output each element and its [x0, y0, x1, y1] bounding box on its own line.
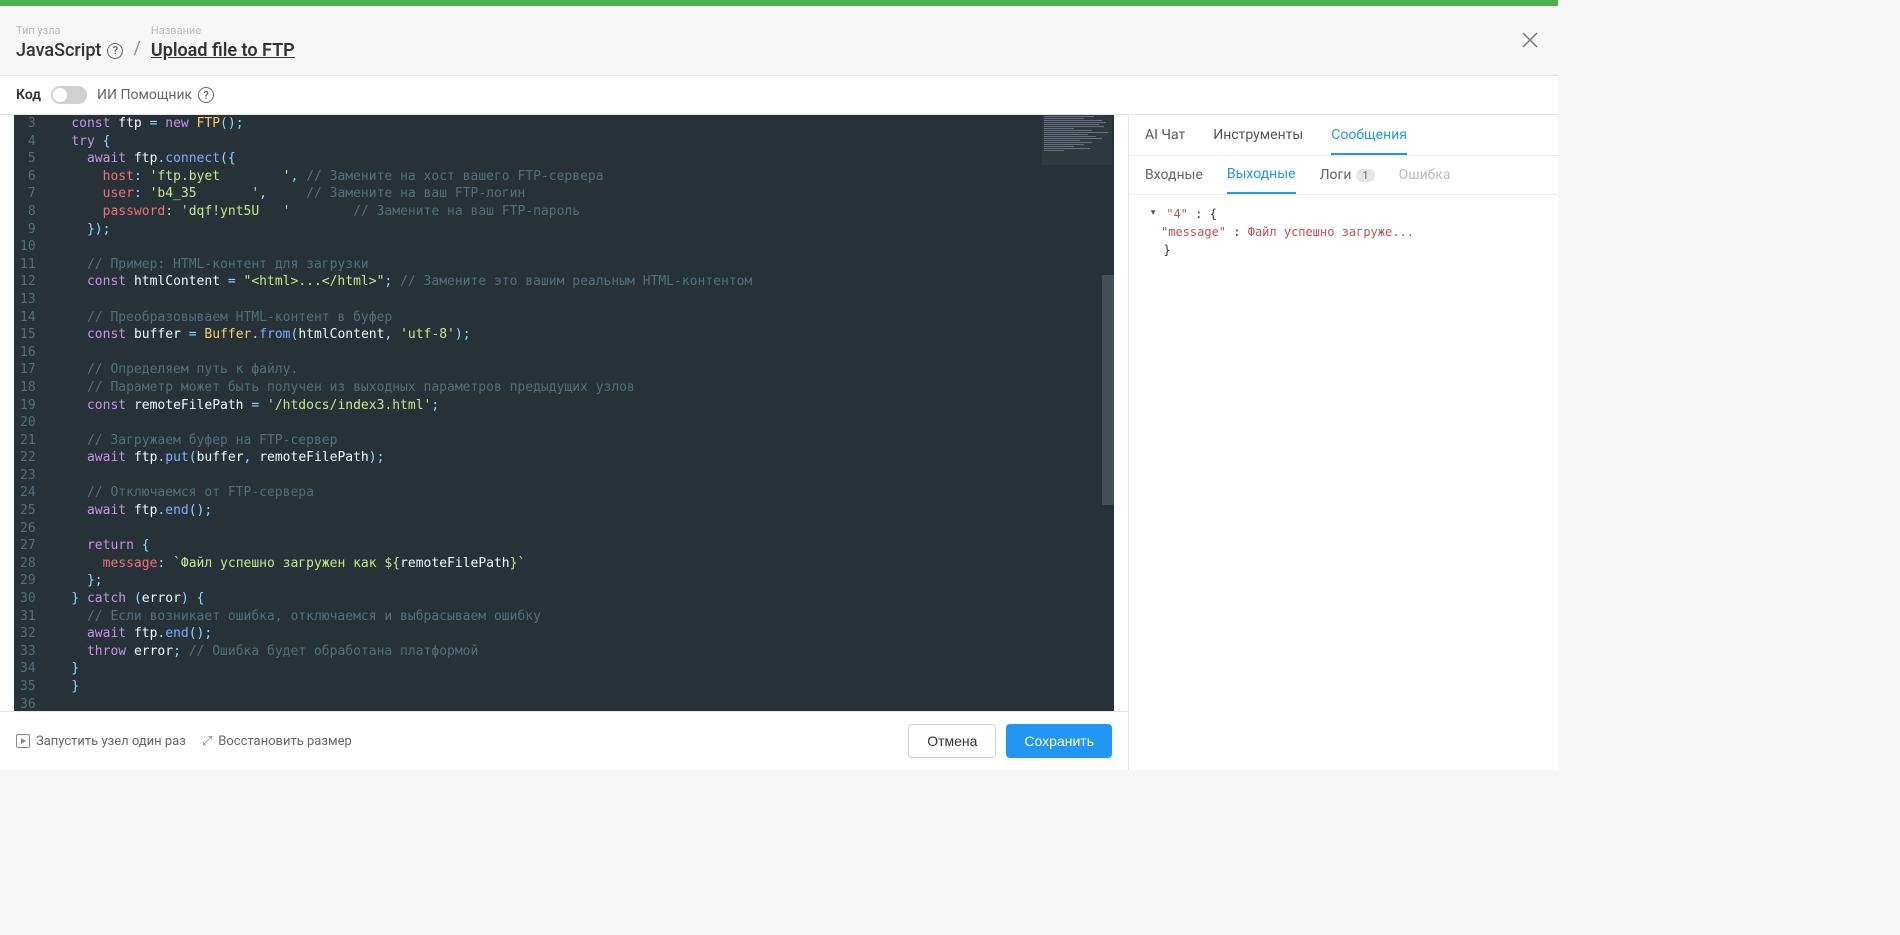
editor-scrollbar-thumb[interactable]: [1102, 275, 1114, 505]
tab-messages[interactable]: Сообщения: [1331, 127, 1407, 155]
ai-helper-help-icon[interactable]: ?: [198, 87, 214, 103]
subtab-outgoing[interactable]: Выходные: [1227, 166, 1296, 194]
subtab-logs[interactable]: Логи 1: [1320, 166, 1375, 194]
close-icon[interactable]: [1518, 28, 1542, 52]
play-icon: [16, 734, 30, 748]
node-type-label: Тип узла: [16, 24, 123, 37]
json-output-panel: ▸ "4" : { "message" : Файл успешно загру…: [1129, 194, 1558, 770]
node-name-field: Название Upload file to FTP: [151, 24, 295, 61]
toolbar: Код ИИ Помощник ?: [0, 75, 1558, 115]
ai-helper-label: ИИ Помощник ?: [97, 87, 214, 103]
json-row: "message" : Файл успешно загруже...: [1145, 223, 1542, 241]
caret-down-icon[interactable]: ▸: [1147, 209, 1161, 219]
node-name-label: Название: [151, 24, 295, 37]
node-name-value[interactable]: Upload file to FTP: [151, 40, 295, 61]
footer: Запустить узел один раз ⤢ Восстановить р…: [0, 711, 1128, 770]
node-type-field: Тип узла JavaScript ?: [16, 24, 123, 61]
editor-scrollbar[interactable]: [1102, 115, 1114, 711]
tab-instruments[interactable]: Инструменты: [1213, 127, 1303, 155]
logs-count-badge: 1: [1356, 169, 1374, 182]
json-row: ▸ "4" : {: [1145, 205, 1542, 223]
ai-helper-toggle[interactable]: [51, 86, 87, 104]
save-button[interactable]: Сохранить: [1006, 724, 1112, 758]
subtab-incoming[interactable]: Входные: [1145, 166, 1203, 194]
node-type-value: JavaScript ?: [16, 40, 123, 61]
cancel-button[interactable]: Отмена: [908, 724, 996, 758]
right-pane-subtabs: Входные Выходные Логи 1 Ошибка: [1129, 155, 1558, 194]
header: Тип узла JavaScript ? / Название Upload …: [0, 6, 1558, 75]
editor-gutter: 3456789101112131415161718192021222324252…: [14, 115, 46, 711]
right-pane: AI Чат Инструменты Сообщения Входные Вых…: [1128, 115, 1558, 770]
run-node-once-button[interactable]: Запустить узел один раз: [16, 734, 186, 749]
reset-size-button[interactable]: ⤢ Восстановить размер: [202, 734, 352, 749]
json-row: }: [1145, 241, 1542, 259]
resize-icon: ⤢: [202, 734, 212, 749]
right-pane-tabs: AI Чат Инструменты Сообщения: [1129, 115, 1558, 155]
code-label: Код: [16, 87, 41, 103]
node-type-help-icon[interactable]: ?: [107, 43, 123, 59]
code-editor[interactable]: 3456789101112131415161718192021222324252…: [14, 115, 1114, 711]
header-separator: /: [133, 38, 140, 59]
tab-ai-chat[interactable]: AI Чат: [1145, 127, 1185, 155]
subtab-error: Ошибка: [1399, 166, 1451, 194]
left-pane: 3456789101112131415161718192021222324252…: [0, 115, 1128, 770]
